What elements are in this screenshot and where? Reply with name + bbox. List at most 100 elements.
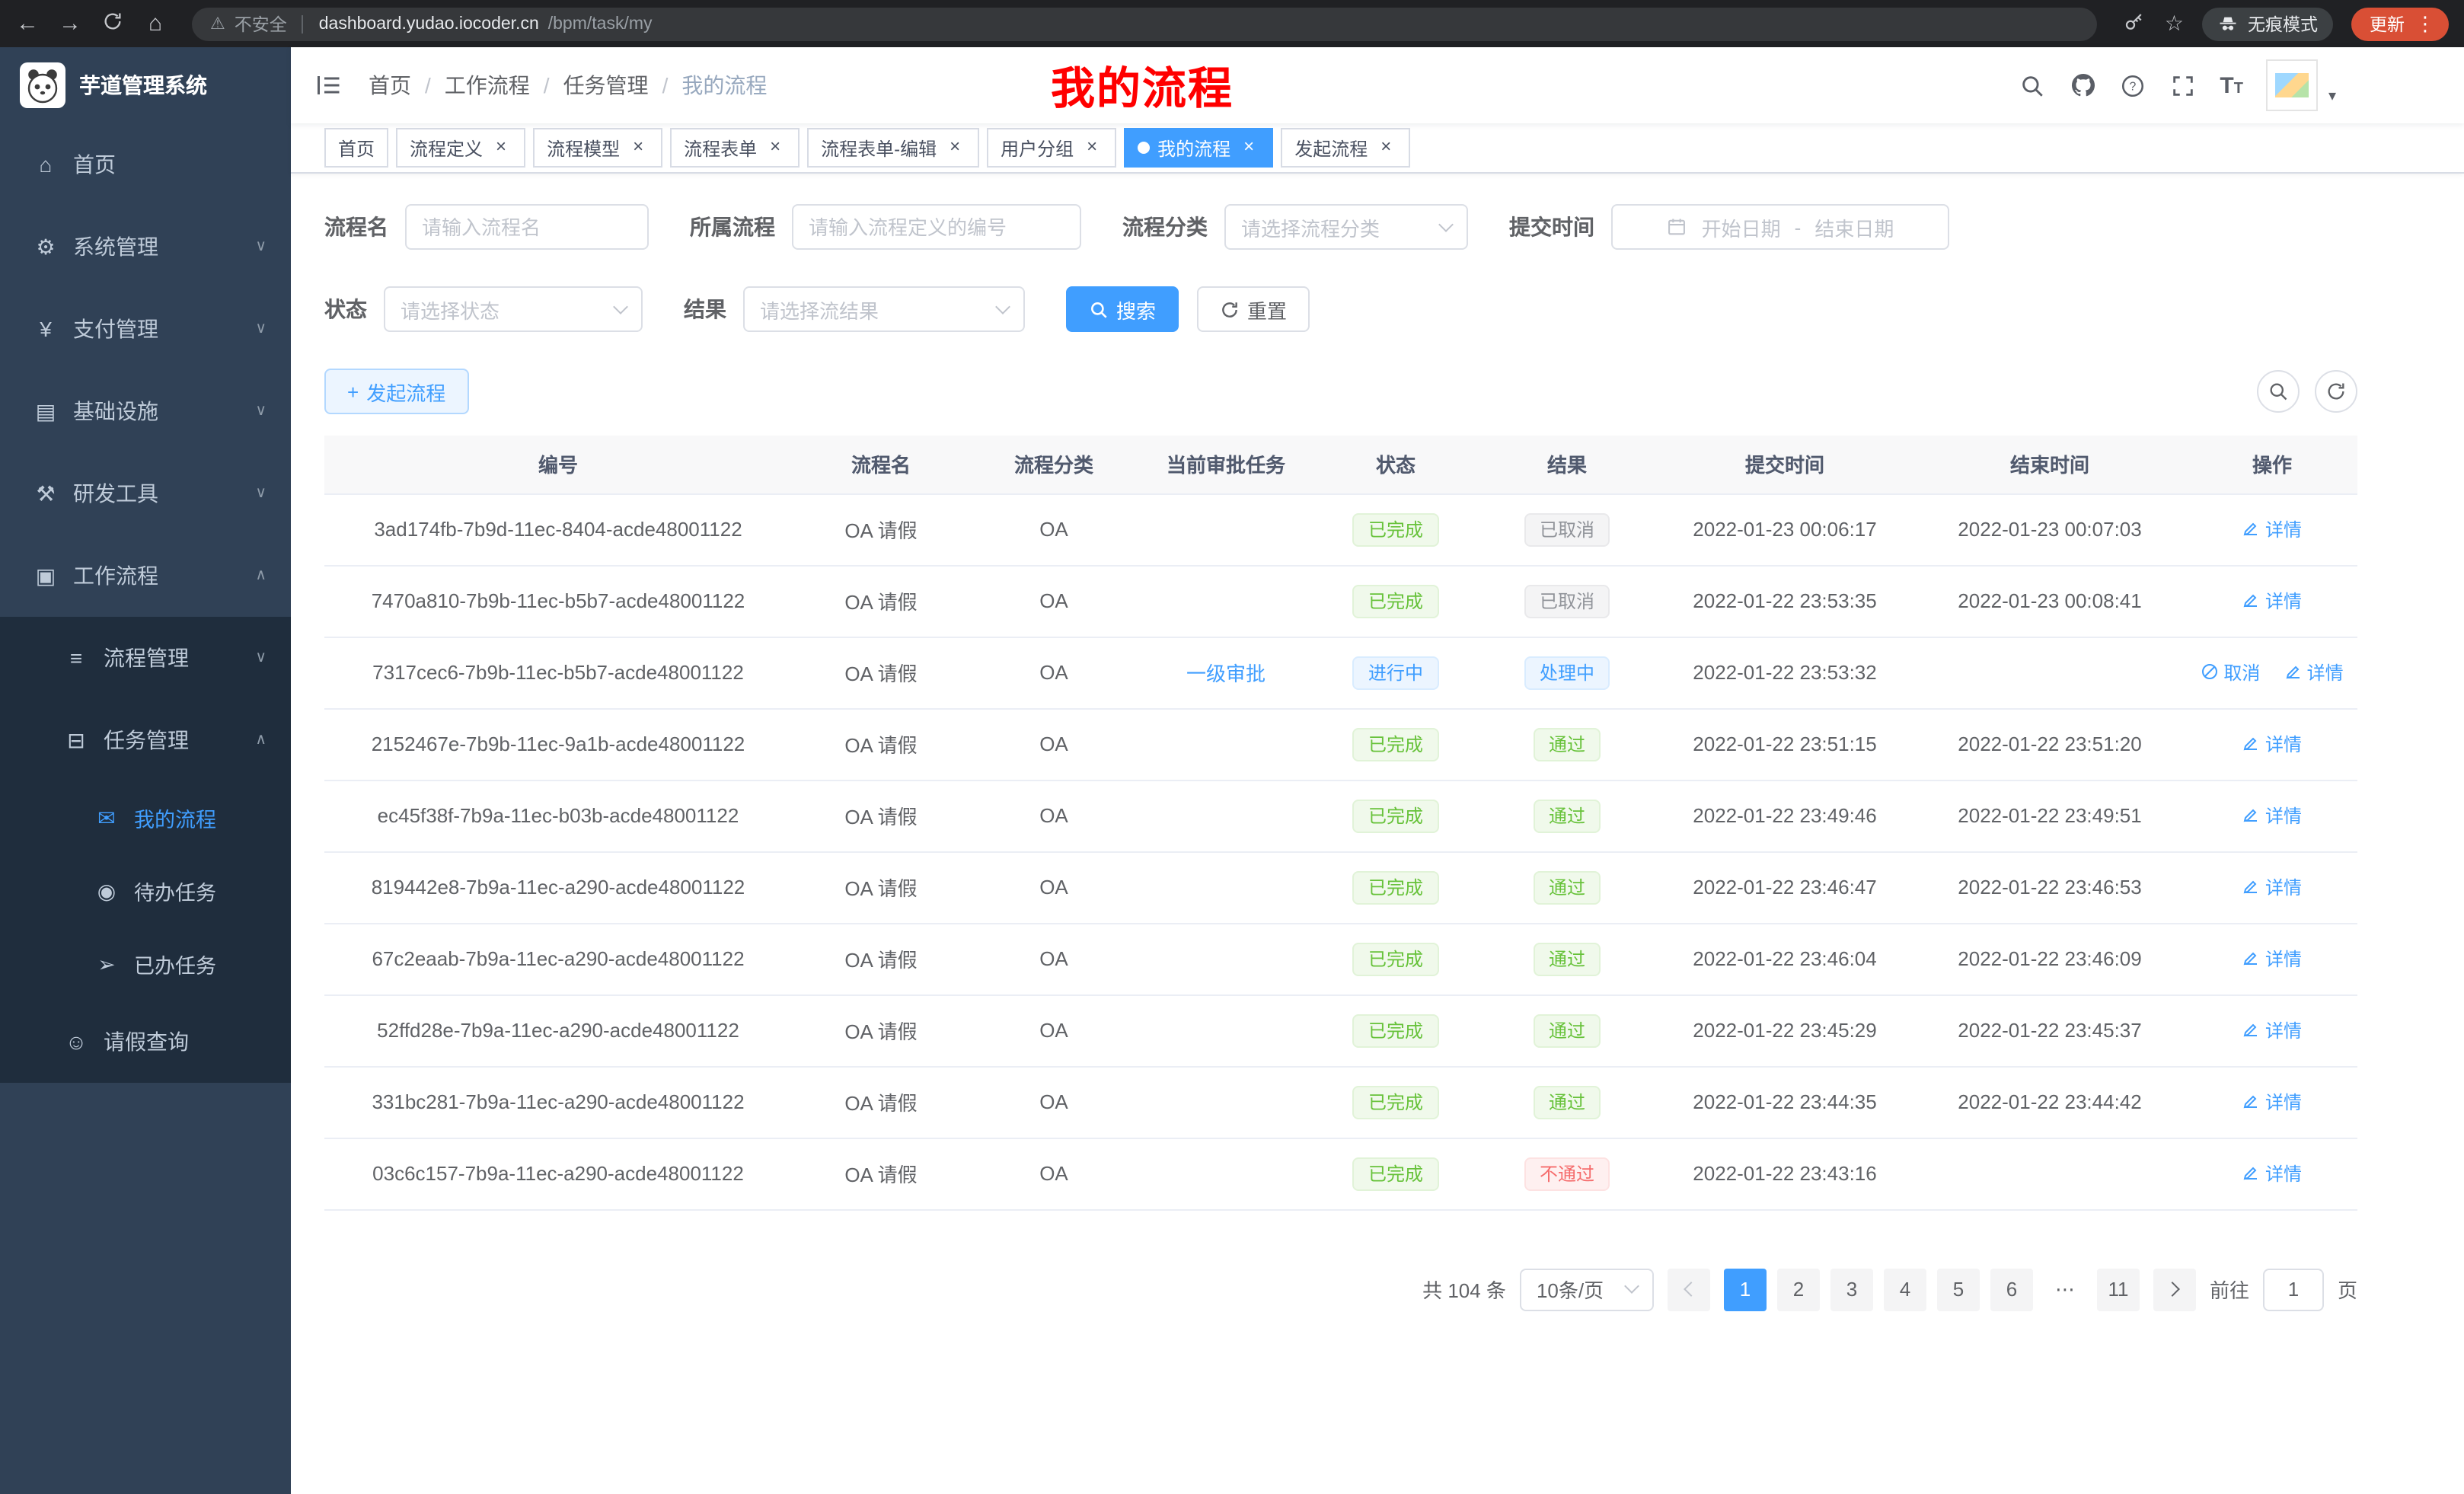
page-button[interactable]: 6: [1990, 1268, 2033, 1310]
result-label: 结果: [684, 294, 726, 324]
browser-home-icon[interactable]: ⌂: [143, 12, 168, 35]
browser-refresh-icon[interactable]: [101, 11, 125, 37]
tab[interactable]: 流程模型 ×: [533, 128, 662, 168]
detail-link[interactable]: 详情: [2242, 1017, 2302, 1043]
search-button[interactable]: 搜索: [1066, 286, 1179, 332]
detail-link[interactable]: 详情: [2242, 1089, 2302, 1115]
refresh-table-button[interactable]: [2315, 370, 2357, 413]
tab[interactable]: 我的流程 ×: [1124, 128, 1273, 168]
result-badge: 通过: [1534, 1085, 1601, 1119]
close-icon[interactable]: ×: [1238, 137, 1259, 158]
next-page-button[interactable]: [2153, 1268, 2196, 1310]
detail-link[interactable]: 详情: [2284, 659, 2344, 685]
font-size-icon[interactable]: TT: [2220, 74, 2243, 97]
tab[interactable]: 流程表单 ×: [670, 128, 800, 168]
browser-forward-icon[interactable]: →: [58, 12, 82, 35]
edit-icon: [2284, 663, 2303, 682]
breadcrumb-label[interactable]: 工作流程: [445, 70, 530, 101]
sidebar-item-infrastructure[interactable]: ▤ 基础设施: [0, 370, 291, 452]
breadcrumb-item[interactable]: 我的流程 /: [681, 70, 767, 101]
sidebar-item-payment-mgmt[interactable]: ¥ 支付管理: [0, 288, 291, 370]
create-process-button[interactable]: + 发起流程: [324, 369, 468, 414]
detail-link[interactable]: 详情: [2242, 946, 2302, 972]
breadcrumb-item[interactable]: 首页 /: [369, 70, 445, 101]
tab[interactable]: 流程表单-编辑 ×: [807, 128, 979, 168]
current-task-link[interactable]: 一级审批: [1186, 662, 1266, 685]
detail-link[interactable]: 详情: [2242, 803, 2302, 828]
process-name-input[interactable]: [405, 204, 649, 250]
sidebar-item-leave-query[interactable]: ☺ 请假查询: [0, 1001, 291, 1083]
page-button[interactable]: 5: [1937, 1268, 1980, 1310]
sidebar-item-done-tasks[interactable]: ➢ 已办任务: [0, 927, 291, 1001]
end-date-placeholder[interactable]: 结束日期: [1814, 212, 1894, 241]
tab[interactable]: 发起流程 ×: [1281, 128, 1410, 168]
page-size-select[interactable]: 10条/页: [1520, 1268, 1654, 1310]
breadcrumb-item[interactable]: 任务管理 /: [563, 70, 682, 101]
close-icon[interactable]: ×: [490, 137, 512, 158]
page-button[interactable]: ⋯: [2044, 1268, 2086, 1310]
detail-link[interactable]: 详情: [2242, 588, 2302, 614]
search-icon[interactable]: [2019, 72, 2046, 99]
bookmark-star-icon[interactable]: ☆: [2165, 11, 2184, 37]
update-button[interactable]: 更新 ⋮: [2351, 7, 2449, 40]
sidebar-item-process-mgmt[interactable]: ≡ 流程管理: [0, 617, 291, 699]
result-select[interactable]: 请选择流结果: [743, 286, 1025, 332]
edit-icon: [2242, 950, 2261, 968]
sidebar-item-dev-tools[interactable]: ⚒ 研发工具: [0, 452, 291, 535]
breadcrumb-label[interactable]: 首页: [369, 70, 411, 101]
sidebar-item-task-mgmt[interactable]: ⊟ 任务管理: [0, 699, 291, 781]
page-button[interactable]: 2: [1777, 1268, 1820, 1310]
detail-link[interactable]: 详情: [2242, 516, 2302, 542]
breadcrumb-label[interactable]: 任务管理: [563, 70, 649, 101]
table-row: 819442e8-7b9a-11ec-a290-acde48001122 OA …: [324, 851, 2357, 923]
result-badge: 不通过: [1524, 1157, 1610, 1190]
close-icon[interactable]: ×: [1375, 137, 1396, 158]
page-button[interactable]: 3: [1830, 1268, 1873, 1310]
date-range-picker[interactable]: 开始日期 - 结束日期: [1611, 204, 1949, 250]
detail-link[interactable]: 详情: [2242, 1160, 2302, 1186]
close-icon[interactable]: ×: [944, 137, 965, 158]
breadcrumb-label[interactable]: 我的流程: [681, 70, 767, 101]
chevron-down-icon: [1438, 216, 1454, 231]
avatar-caret-icon[interactable]: ▾: [2328, 88, 2336, 105]
start-date-placeholder[interactable]: 开始日期: [1702, 212, 1781, 241]
sidebar-item-my-process[interactable]: ✉ 我的流程: [0, 781, 291, 854]
github-icon[interactable]: [2069, 72, 2096, 99]
browser-back-icon[interactable]: ←: [15, 12, 40, 35]
tab[interactable]: 用户分组 ×: [987, 128, 1116, 168]
address-bar[interactable]: ⚠ 不安全 dashboard.yudao.iocoder.cn/bpm/tas…: [192, 7, 2098, 40]
parent-process-input[interactable]: [792, 204, 1081, 250]
page-button[interactable]: 11: [2097, 1268, 2140, 1310]
sidebar-item-todo-tasks[interactable]: ◉ 待办任务: [0, 854, 291, 927]
page-button[interactable]: 4: [1884, 1268, 1926, 1310]
close-icon[interactable]: ×: [627, 137, 649, 158]
goto-page-input[interactable]: [2263, 1268, 2324, 1310]
chevron-icon: [255, 485, 267, 502]
close-icon[interactable]: ×: [1081, 137, 1103, 158]
tab[interactable]: 首页: [324, 128, 388, 168]
key-icon[interactable]: [2122, 10, 2146, 37]
detail-link[interactable]: 详情: [2242, 731, 2302, 757]
help-icon[interactable]: ?: [2119, 72, 2146, 99]
address-separator: [302, 14, 304, 33]
category-select[interactable]: 请选择流程分类: [1224, 204, 1468, 250]
avatar[interactable]: [2266, 59, 2318, 111]
fullscreen-icon[interactable]: [2169, 72, 2197, 99]
sidebar-item-workflow[interactable]: ▣ 工作流程: [0, 535, 291, 617]
logo: 芋道管理系统: [0, 47, 291, 123]
prev-page-button[interactable]: [1668, 1268, 1710, 1310]
detail-link[interactable]: 详情: [2242, 874, 2302, 900]
tab[interactable]: 流程定义 ×: [396, 128, 525, 168]
breadcrumb-item[interactable]: 工作流程 /: [445, 70, 563, 101]
sidebar-item-system-mgmt[interactable]: ⚙ 系统管理: [0, 206, 291, 288]
reset-button[interactable]: 重置: [1197, 286, 1310, 332]
close-icon[interactable]: ×: [764, 137, 786, 158]
status-select[interactable]: 请选择状态: [384, 286, 643, 332]
toggle-search-button[interactable]: [2257, 370, 2300, 413]
page-button[interactable]: 1: [1724, 1268, 1767, 1310]
cancel-link[interactable]: 取消: [2201, 659, 2260, 685]
sidebar-item-home[interactable]: ⌂ 首页: [0, 123, 291, 206]
browser-menu-icon[interactable]: ⋮: [2415, 11, 2435, 36]
hamburger-icon[interactable]: [315, 72, 343, 99]
process-category: OA: [1039, 1090, 1068, 1113]
